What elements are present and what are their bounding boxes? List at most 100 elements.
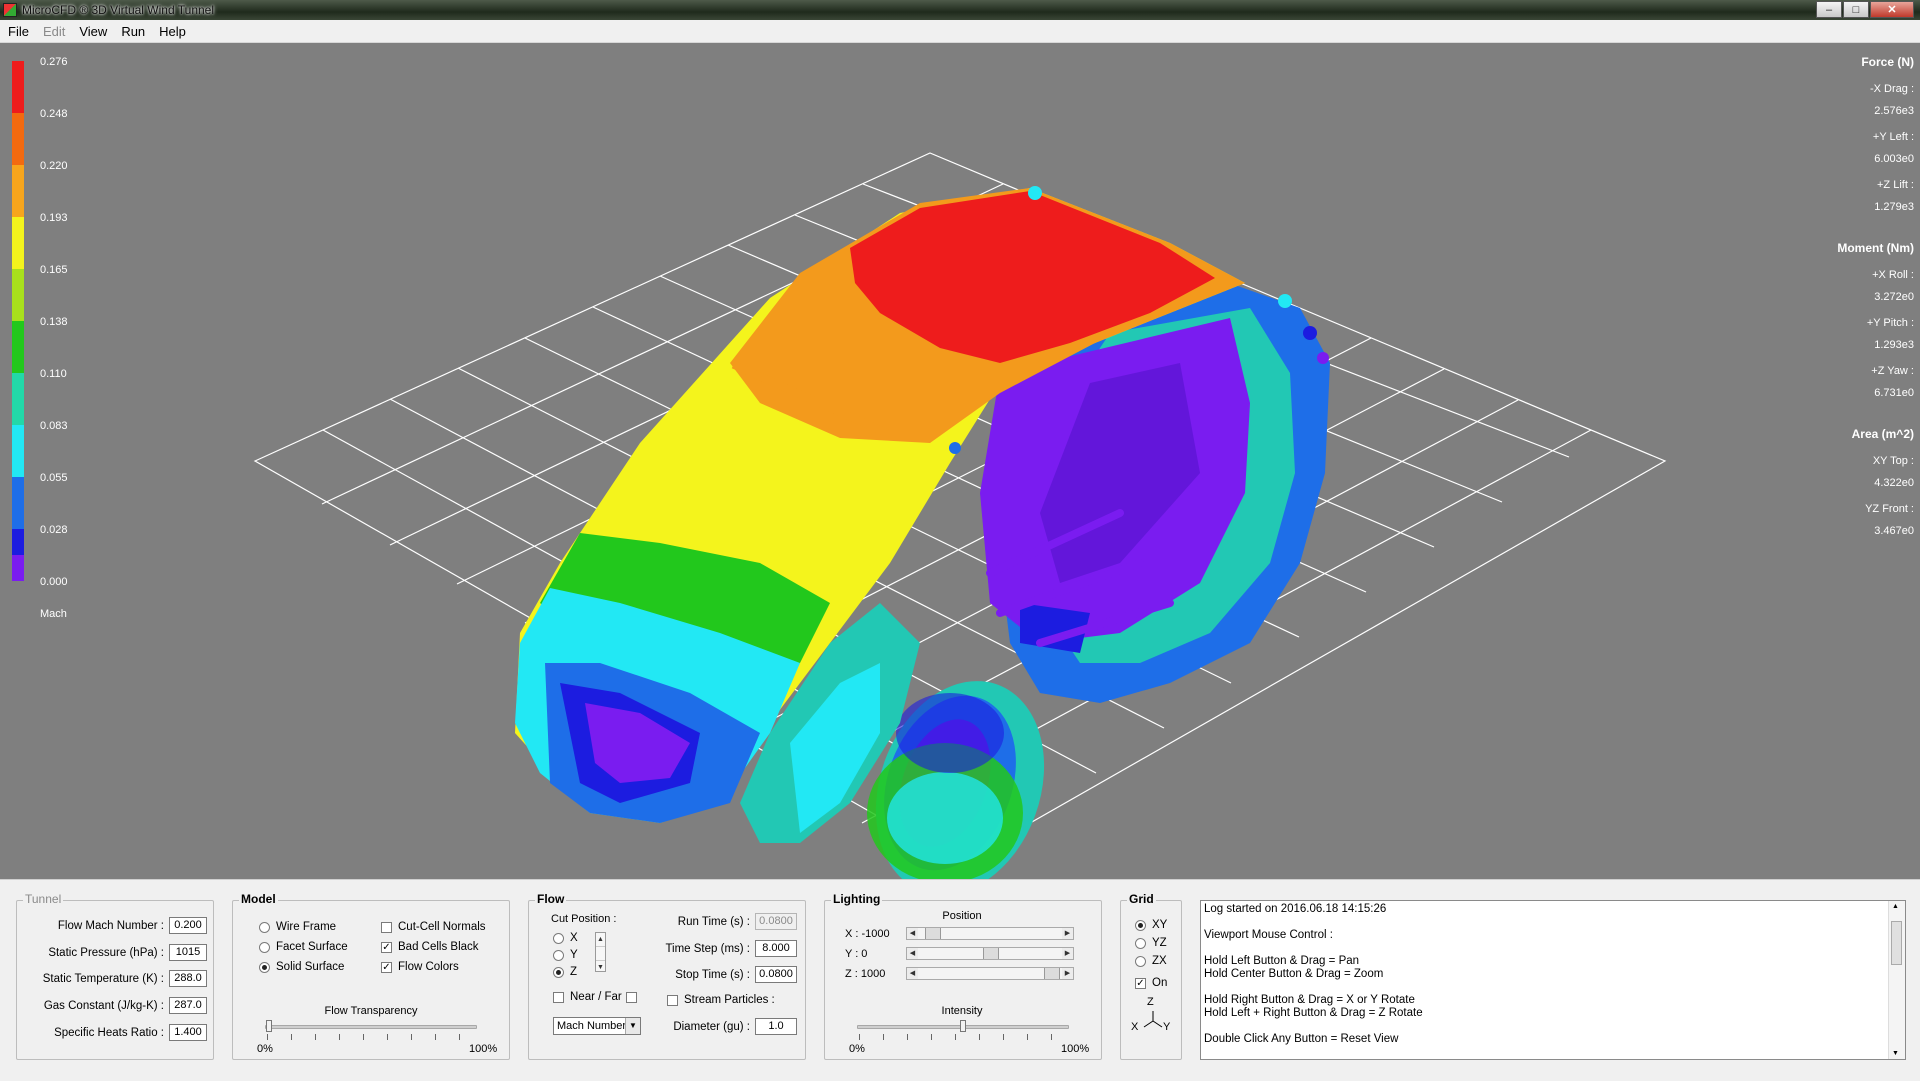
axis-x-label: X xyxy=(1131,1021,1139,1033)
legend-label: 0.220 xyxy=(40,160,68,172)
grid-zx-radio[interactable] xyxy=(1135,955,1146,967)
cut-y-label: Y xyxy=(570,949,578,961)
log-textarea[interactable]: Log started on 2016.06.18 14:15:26 Viewp… xyxy=(1200,900,1906,1060)
menu-view[interactable]: View xyxy=(71,24,113,39)
cut-cell-normals-label: Cut-Cell Normals xyxy=(398,921,486,933)
scroll-left-icon[interactable]: ◀ xyxy=(907,928,918,939)
stream-particles-checkbox[interactable] xyxy=(667,994,678,1006)
flow-colors-checkbox[interactable]: ✓ xyxy=(381,961,392,973)
scroll-right-icon[interactable]: ▶ xyxy=(1062,968,1073,979)
mach-input[interactable] xyxy=(169,917,207,934)
cut-x-radio[interactable] xyxy=(553,932,564,944)
cut-z-option[interactable]: Z xyxy=(553,966,577,978)
light-z-thumb[interactable] xyxy=(1044,968,1061,979)
wire-frame-radio[interactable] xyxy=(259,921,270,933)
front-area-value: 3.467e0 xyxy=(1874,525,1914,537)
flow-colors-option[interactable]: ✓ Flow Colors xyxy=(381,961,459,973)
menu-run[interactable]: Run xyxy=(113,24,151,39)
bad-cells-black-option[interactable]: ✓ Bad Cells Black xyxy=(381,941,479,953)
light-x-scrollbar[interactable]: ◀ ▶ xyxy=(906,927,1074,940)
flow-group-title: Flow xyxy=(535,892,567,906)
cut-position-label: Cut Position : xyxy=(551,913,617,925)
grid-zx-option[interactable]: ZX xyxy=(1135,955,1167,967)
maximize-button[interactable]: □ xyxy=(1843,1,1869,18)
scroll-up-icon[interactable]: ▲ xyxy=(1892,903,1899,910)
menu-edit[interactable]: Edit xyxy=(35,24,71,39)
grid-group: Grid XY YZ ZX ✓ On Z X Y xyxy=(1120,892,1182,1060)
top-area-value: 4.322e0 xyxy=(1874,477,1914,489)
log-scrollbar[interactable]: ▲ ▼ xyxy=(1888,901,1905,1059)
drag-label: -X Drag : xyxy=(1869,83,1914,95)
grid-xy-radio[interactable] xyxy=(1135,919,1146,931)
cut-x-option[interactable]: X xyxy=(553,932,578,944)
front-area-label: YZ Front : xyxy=(1865,503,1914,515)
minimize-button[interactable]: – xyxy=(1816,1,1842,18)
light-y-label: Y : 0 xyxy=(845,948,868,960)
light-z-scrollbar[interactable]: ◀ ▶ xyxy=(906,967,1074,980)
temperature-input[interactable] xyxy=(169,970,207,987)
window-title-bar[interactable]: MicroCFD ® 3D Virtual Wind Tunnel – □ ✕ xyxy=(0,0,1920,20)
spin-down-icon[interactable]: ▼ xyxy=(596,961,605,974)
close-button[interactable]: ✕ xyxy=(1870,1,1914,18)
intensity-thumb[interactable] xyxy=(960,1020,966,1032)
heats-ratio-input[interactable] xyxy=(169,1024,207,1041)
scroll-right-icon[interactable]: ▶ xyxy=(1062,948,1073,959)
bad-cells-black-checkbox[interactable]: ✓ xyxy=(381,941,392,953)
legend-label: 0.248 xyxy=(40,108,68,120)
log-line: Hold Center Button & Drag = Zoom xyxy=(1204,968,1384,980)
stream-particles-label: Stream Particles : xyxy=(684,994,775,1006)
gas-constant-input[interactable] xyxy=(169,997,207,1014)
cut-z-radio[interactable] xyxy=(553,966,564,978)
legend-label: 0.083 xyxy=(40,420,68,432)
scroll-down-icon[interactable]: ▼ xyxy=(1892,1050,1899,1057)
intensity-slider[interactable] xyxy=(857,1020,1069,1032)
3d-viewport[interactable]: 0.276 0.248 0.220 0.193 0.165 0.138 0.11… xyxy=(0,43,1920,879)
flow-transparency-thumb[interactable] xyxy=(266,1020,272,1032)
scroll-left-icon[interactable]: ◀ xyxy=(907,968,918,979)
solid-surface-label: Solid Surface xyxy=(276,961,345,973)
cut-y-radio[interactable] xyxy=(553,949,564,961)
cut-z-label: Z xyxy=(570,966,578,978)
scroll-right-icon[interactable]: ▶ xyxy=(1062,928,1073,939)
light-x-thumb[interactable] xyxy=(924,928,941,939)
grid-xy-label: XY xyxy=(1152,919,1168,931)
grid-xy-option[interactable]: XY xyxy=(1135,919,1167,931)
scroll-left-icon[interactable]: ◀ xyxy=(907,948,918,959)
near-far-option[interactable]: Near / Far xyxy=(553,991,643,1003)
mach-label: Flow Mach Number : xyxy=(57,919,164,932)
legend-label: 0.110 xyxy=(40,368,67,380)
diameter-input[interactable] xyxy=(755,1018,797,1035)
grid-on-option[interactable]: ✓ On xyxy=(1135,977,1167,989)
stop-time-input[interactable] xyxy=(755,966,797,983)
pitch-label: +Y Pitch : xyxy=(1866,317,1914,329)
heats-ratio-label: Specific Heats Ratio : xyxy=(54,1026,164,1039)
menu-help[interactable]: Help xyxy=(151,24,192,39)
facet-surface-option[interactable]: Facet Surface xyxy=(259,941,348,953)
near-checkbox[interactable] xyxy=(553,991,564,1003)
grid-on-checkbox[interactable]: ✓ xyxy=(1135,977,1146,989)
yaw-label: +Z Yaw : xyxy=(1871,365,1914,377)
menu-file[interactable]: File xyxy=(0,24,35,39)
flow-transparency-slider[interactable] xyxy=(265,1020,477,1032)
cut-y-option[interactable]: Y xyxy=(553,949,578,961)
time-step-input[interactable] xyxy=(755,940,797,957)
near-far-label: Near / Far xyxy=(570,991,622,1003)
far-checkbox[interactable] xyxy=(625,991,637,1003)
intensity-label: Intensity xyxy=(941,1005,983,1017)
log-scrollbar-thumb[interactable] xyxy=(1891,921,1902,965)
pressure-input[interactable] xyxy=(169,944,207,961)
grid-yz-radio[interactable] xyxy=(1135,937,1146,949)
cut-cell-normals-option[interactable]: Cut-Cell Normals xyxy=(381,921,486,933)
solid-surface-option[interactable]: Solid Surface xyxy=(259,961,344,973)
wire-frame-option[interactable]: Wire Frame xyxy=(259,921,336,933)
grid-yz-option[interactable]: YZ xyxy=(1135,937,1167,949)
cut-position-spinner[interactable]: ▲ ▼ xyxy=(595,932,606,972)
spin-up-icon[interactable]: ▲ xyxy=(596,933,605,947)
cut-cell-normals-checkbox[interactable] xyxy=(381,921,392,933)
light-y-thumb[interactable] xyxy=(983,948,999,959)
force-stats-panel: Force (N) -X Drag : 2.576e3 +Y Left : 6.… xyxy=(1764,55,1914,565)
solid-surface-radio[interactable] xyxy=(259,961,270,973)
facet-surface-radio[interactable] xyxy=(259,941,270,953)
light-y-scrollbar[interactable]: ◀ ▶ xyxy=(906,947,1074,960)
stream-particles-option[interactable]: Stream Particles : xyxy=(667,994,775,1006)
